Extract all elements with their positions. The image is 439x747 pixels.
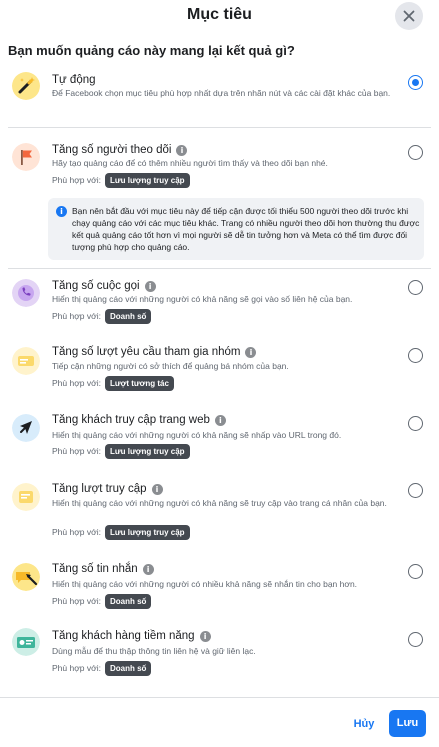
- option-title-text: Tăng lượt truy cập: [52, 483, 147, 495]
- flag-icon: [12, 143, 40, 171]
- option-auto[interactable]: Tự động Để Facebook chọn mục tiêu phù hợ…: [0, 70, 439, 130]
- divider: [8, 127, 431, 128]
- fit-badge: Lưu lượng truy cập: [104, 444, 190, 459]
- dialog-title: Mục tiêu: [187, 6, 252, 23]
- followers-notice: i Bạn nên bắt đầu với mục tiêu này để ti…: [48, 198, 424, 260]
- fit-badge: Lượt tương tác: [104, 376, 174, 391]
- fit-badge: Lưu lượng truy cập: [104, 525, 190, 540]
- option-calls[interactable]: Tăng số cuộc gọi i Hiển thị quảng cáo với…: [0, 276, 439, 331]
- radio-followers[interactable]: [408, 145, 423, 160]
- option-followers[interactable]: Tăng số người theo dõi i Hãy tạo quảng cá…: [0, 140, 439, 195]
- option-fit: Phù hợp với: Doanh số: [52, 661, 152, 676]
- option-title: Tự động: [52, 74, 96, 86]
- fit-label: Phù hợp với:: [52, 377, 101, 388]
- profile-visit-icon: [12, 483, 40, 511]
- fit-badge: Doanh số: [104, 594, 152, 609]
- radio-calls[interactable]: [408, 280, 423, 295]
- radio-group-requests[interactable]: [408, 348, 423, 363]
- cursor-icon: [12, 414, 40, 442]
- info-icon[interactable]: i: [176, 145, 188, 156]
- objective-dialog: Mục tiêu Bạn muốn quảng cáo này mang lại…: [0, 0, 439, 747]
- fit-badge: Lưu lượng truy cập: [104, 173, 190, 188]
- fit-label: Phù hợp với:: [52, 526, 101, 537]
- option-group-requests[interactable]: Tăng số lượt yêu cầu tham gia nhóm i Tiếp…: [0, 344, 439, 399]
- radio-website-visitors[interactable]: [408, 416, 423, 431]
- option-description: Hiển thị quảng cáo với những người có nh…: [52, 579, 358, 589]
- notice-text: Bạn nên bắt đầu với mục tiêu này để tiếp…: [72, 206, 420, 252]
- magic-wand-icon: [12, 72, 40, 100]
- radio-auto[interactable]: [408, 75, 423, 90]
- fit-label: Phù hợp với:: [52, 310, 101, 321]
- option-title-text: Tăng số người theo dõi: [52, 144, 172, 156]
- footer-divider: [0, 697, 439, 698]
- info-icon[interactable]: i: [151, 484, 163, 495]
- option-description: Hiển thị quảng cáo với những người có kh…: [52, 294, 353, 304]
- option-description: Để Facebook chọn mục tiêu phù hợp nhất d…: [52, 88, 391, 98]
- group-request-icon: [12, 347, 40, 375]
- option-fit: Phù hợp với: Lưu lượng truy cập: [52, 444, 190, 459]
- option-title: Tăng số lượt yêu cầu tham gia nhóm i: [52, 346, 257, 358]
- option-title-text: Tăng khách truy cập trang web: [52, 414, 210, 426]
- option-fit: Phù hợp với: Lưu lượng truy cập: [52, 173, 190, 188]
- option-description: Tiếp cận những người có sở thích để quản…: [52, 361, 289, 371]
- option-title: Tăng khách truy cập trang web i: [52, 414, 226, 426]
- radio-profile-visits[interactable]: [408, 483, 423, 498]
- option-fit: Phù hợp với: Doanh số: [52, 309, 152, 324]
- option-title: Tăng số cuộc gọi i: [52, 280, 156, 292]
- cancel-button[interactable]: Hủy: [348, 713, 380, 735]
- question-heading: Bạn muốn quảng cáo này mang lại kết quả …: [8, 43, 295, 58]
- phone-icon: [12, 279, 40, 307]
- option-profile-visits[interactable]: Tăng lượt truy cập i Hiển thị quảng cáo v…: [0, 480, 439, 545]
- fit-badge: Doanh số: [104, 661, 152, 676]
- option-title: Tăng số người theo dõi i: [52, 144, 188, 156]
- option-fit: Phù hợp với: Lưu lượng truy cập: [52, 525, 190, 540]
- option-fit: Phù hợp với: Lượt tương tác: [52, 376, 174, 391]
- option-messages[interactable]: Tăng số tin nhắn i Hiển thị quảng cáo với…: [0, 560, 439, 615]
- option-title-text: Tăng khách hàng tiềm năng: [52, 630, 195, 642]
- option-description: Dùng mẫu để thu thập thông tin liên hệ v…: [52, 646, 256, 656]
- option-title-text: Tăng số cuộc gọi: [52, 280, 140, 292]
- option-title: Tăng khách hàng tiềm năng i: [52, 630, 211, 642]
- info-icon[interactable]: i: [245, 347, 257, 358]
- option-description: Hiển thị quảng cáo với những người có kh…: [52, 498, 387, 508]
- save-button[interactable]: Lưu: [389, 710, 426, 737]
- dialog-header: Mục tiêu: [0, 0, 439, 32]
- option-website-visitors[interactable]: Tăng khách truy cập trang web i Hiển thị …: [0, 410, 439, 465]
- close-icon: [403, 10, 415, 22]
- option-title-text: Tăng số tin nhắn: [52, 563, 138, 575]
- info-icon[interactable]: i: [214, 415, 226, 426]
- radio-messages[interactable]: [408, 564, 423, 579]
- info-icon[interactable]: i: [199, 631, 211, 642]
- info-icon: i: [56, 206, 67, 217]
- message-icon: [12, 563, 40, 591]
- option-description: Hiển thị quảng cáo với những người có kh…: [52, 430, 342, 440]
- fit-label: Phù hợp với:: [52, 445, 101, 456]
- option-title-text: Tự động: [52, 74, 96, 86]
- close-button[interactable]: [395, 2, 423, 30]
- fit-label: Phù hợp với:: [52, 662, 101, 673]
- fit-badge: Doanh số: [104, 309, 152, 324]
- info-icon[interactable]: i: [144, 281, 156, 292]
- option-fit: Phù hợp với: Doanh số: [52, 594, 152, 609]
- option-title: Tăng lượt truy cập i: [52, 483, 163, 495]
- option-title-text: Tăng số lượt yêu cầu tham gia nhóm: [52, 346, 241, 358]
- fit-label: Phù hợp với:: [52, 174, 101, 185]
- option-leads[interactable]: Tăng khách hàng tiềm năng i Dùng mẫu để t…: [0, 628, 439, 683]
- radio-leads[interactable]: [408, 632, 423, 647]
- fit-label: Phù hợp với:: [52, 595, 101, 606]
- info-icon[interactable]: i: [142, 564, 154, 575]
- divider: [8, 268, 431, 269]
- lead-form-icon: [12, 628, 40, 656]
- option-title: Tăng số tin nhắn i: [52, 563, 154, 575]
- option-description: Hãy tạo quảng cáo để có thêm nhiều người…: [52, 158, 328, 168]
